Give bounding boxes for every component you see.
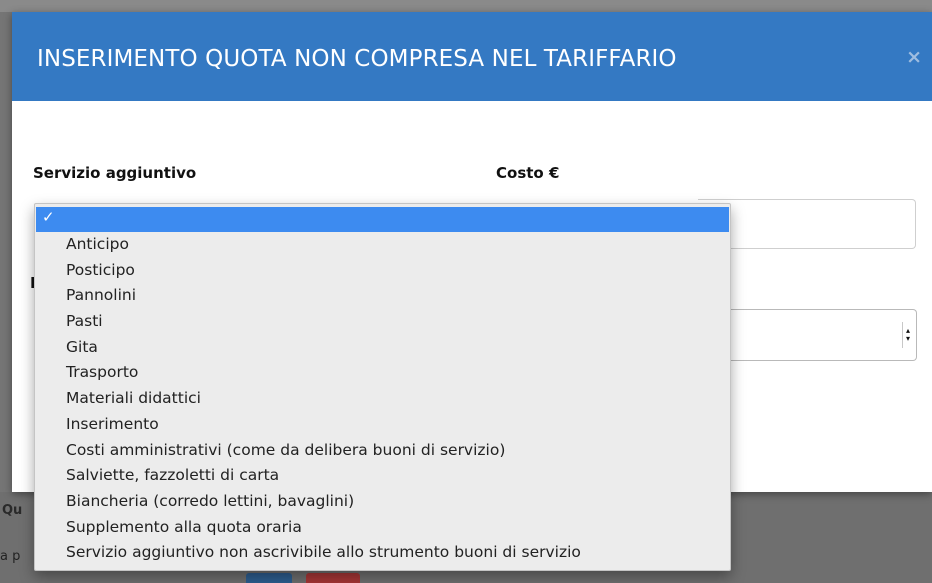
dropdown-option[interactable]: ✓ — [36, 207, 729, 232]
dropdown-option[interactable]: Servizio aggiuntivo non ascrivibile allo… — [35, 540, 730, 566]
dropdown-option-label: Posticipo — [66, 260, 135, 279]
dropdown-option[interactable]: Gita — [35, 335, 730, 361]
modal-title: INSERIMENTO QUOTA NON COMPRESA NEL TARIF… — [37, 46, 677, 72]
screen: Qu a p INSERIMENTO QUOTA NON COMPRESA NE… — [0, 0, 932, 583]
dropdown-option-label: Trasporto — [66, 363, 139, 382]
dropdown-option[interactable]: Materiali didattici — [35, 386, 730, 412]
background-button-blue — [246, 573, 292, 583]
dropdown-option-label: Costi amministrativi (come da delibera b… — [66, 440, 506, 459]
dropdown-option[interactable]: Anticipo — [35, 232, 730, 258]
modal-header: INSERIMENTO QUOTA NON COMPRESA NEL TARIF… — [12, 12, 932, 101]
dropdown-option-label: Materiali didattici — [66, 389, 201, 408]
dropdown-option[interactable]: Biancheria (corredo lettini, bavaglini) — [35, 489, 730, 515]
dropdown-option[interactable]: Salviette, fazzoletti di carta — [35, 463, 730, 489]
checkmark-icon: ✓ — [42, 208, 55, 226]
dropdown-option-label: Biancheria (corredo lettini, bavaglini) — [66, 491, 355, 510]
dropdown-option[interactable]: Pannolini — [35, 283, 730, 309]
dropdown-option-label: Gita — [66, 337, 98, 356]
dropdown-option-label: Inserimento — [66, 414, 159, 433]
background-button-red — [306, 573, 360, 583]
costo-label: Costo € — [496, 164, 560, 182]
dropdown-option-label: Servizio aggiuntivo non ascrivibile allo… — [66, 543, 581, 562]
dropdown-option[interactable]: Pasti — [35, 309, 730, 335]
dropdown-option[interactable]: Trasporto — [35, 360, 730, 386]
dropdown-option[interactable]: Inserimento — [35, 412, 730, 438]
dropdown-option-label: Salviette, fazzoletti di carta — [66, 466, 280, 485]
background-page-top — [0, 0, 932, 12]
servizio-aggiuntivo-dropdown-list[interactable]: ✓ Anticipo Posticipo Pannolini Pasti Gita Tras… — [34, 203, 731, 571]
background-text-fragment: a p — [0, 549, 21, 564]
dropdown-option-label: Anticipo — [66, 235, 129, 253]
close-button[interactable]: × — [906, 48, 922, 67]
dropdown-option-label: Pasti — [66, 312, 103, 331]
background-text-fragment: Qu — [2, 503, 23, 518]
dropdown-option[interactable]: Posticipo — [35, 258, 730, 284]
select-arrows-icon: ▴ ▾ — [902, 322, 913, 348]
dropdown-option-label: Supplemento alla quota oraria — [66, 517, 302, 536]
dropdown-option[interactable]: Supplemento alla quota oraria — [35, 515, 730, 541]
dropdown-option-label: Pannolini — [66, 286, 137, 305]
dropdown-option[interactable]: Costi amministrativi (come da delibera b… — [35, 438, 730, 464]
servizio-aggiuntivo-label: Servizio aggiuntivo — [33, 164, 197, 182]
secondary-select[interactable]: ▴ ▾ — [727, 309, 917, 361]
